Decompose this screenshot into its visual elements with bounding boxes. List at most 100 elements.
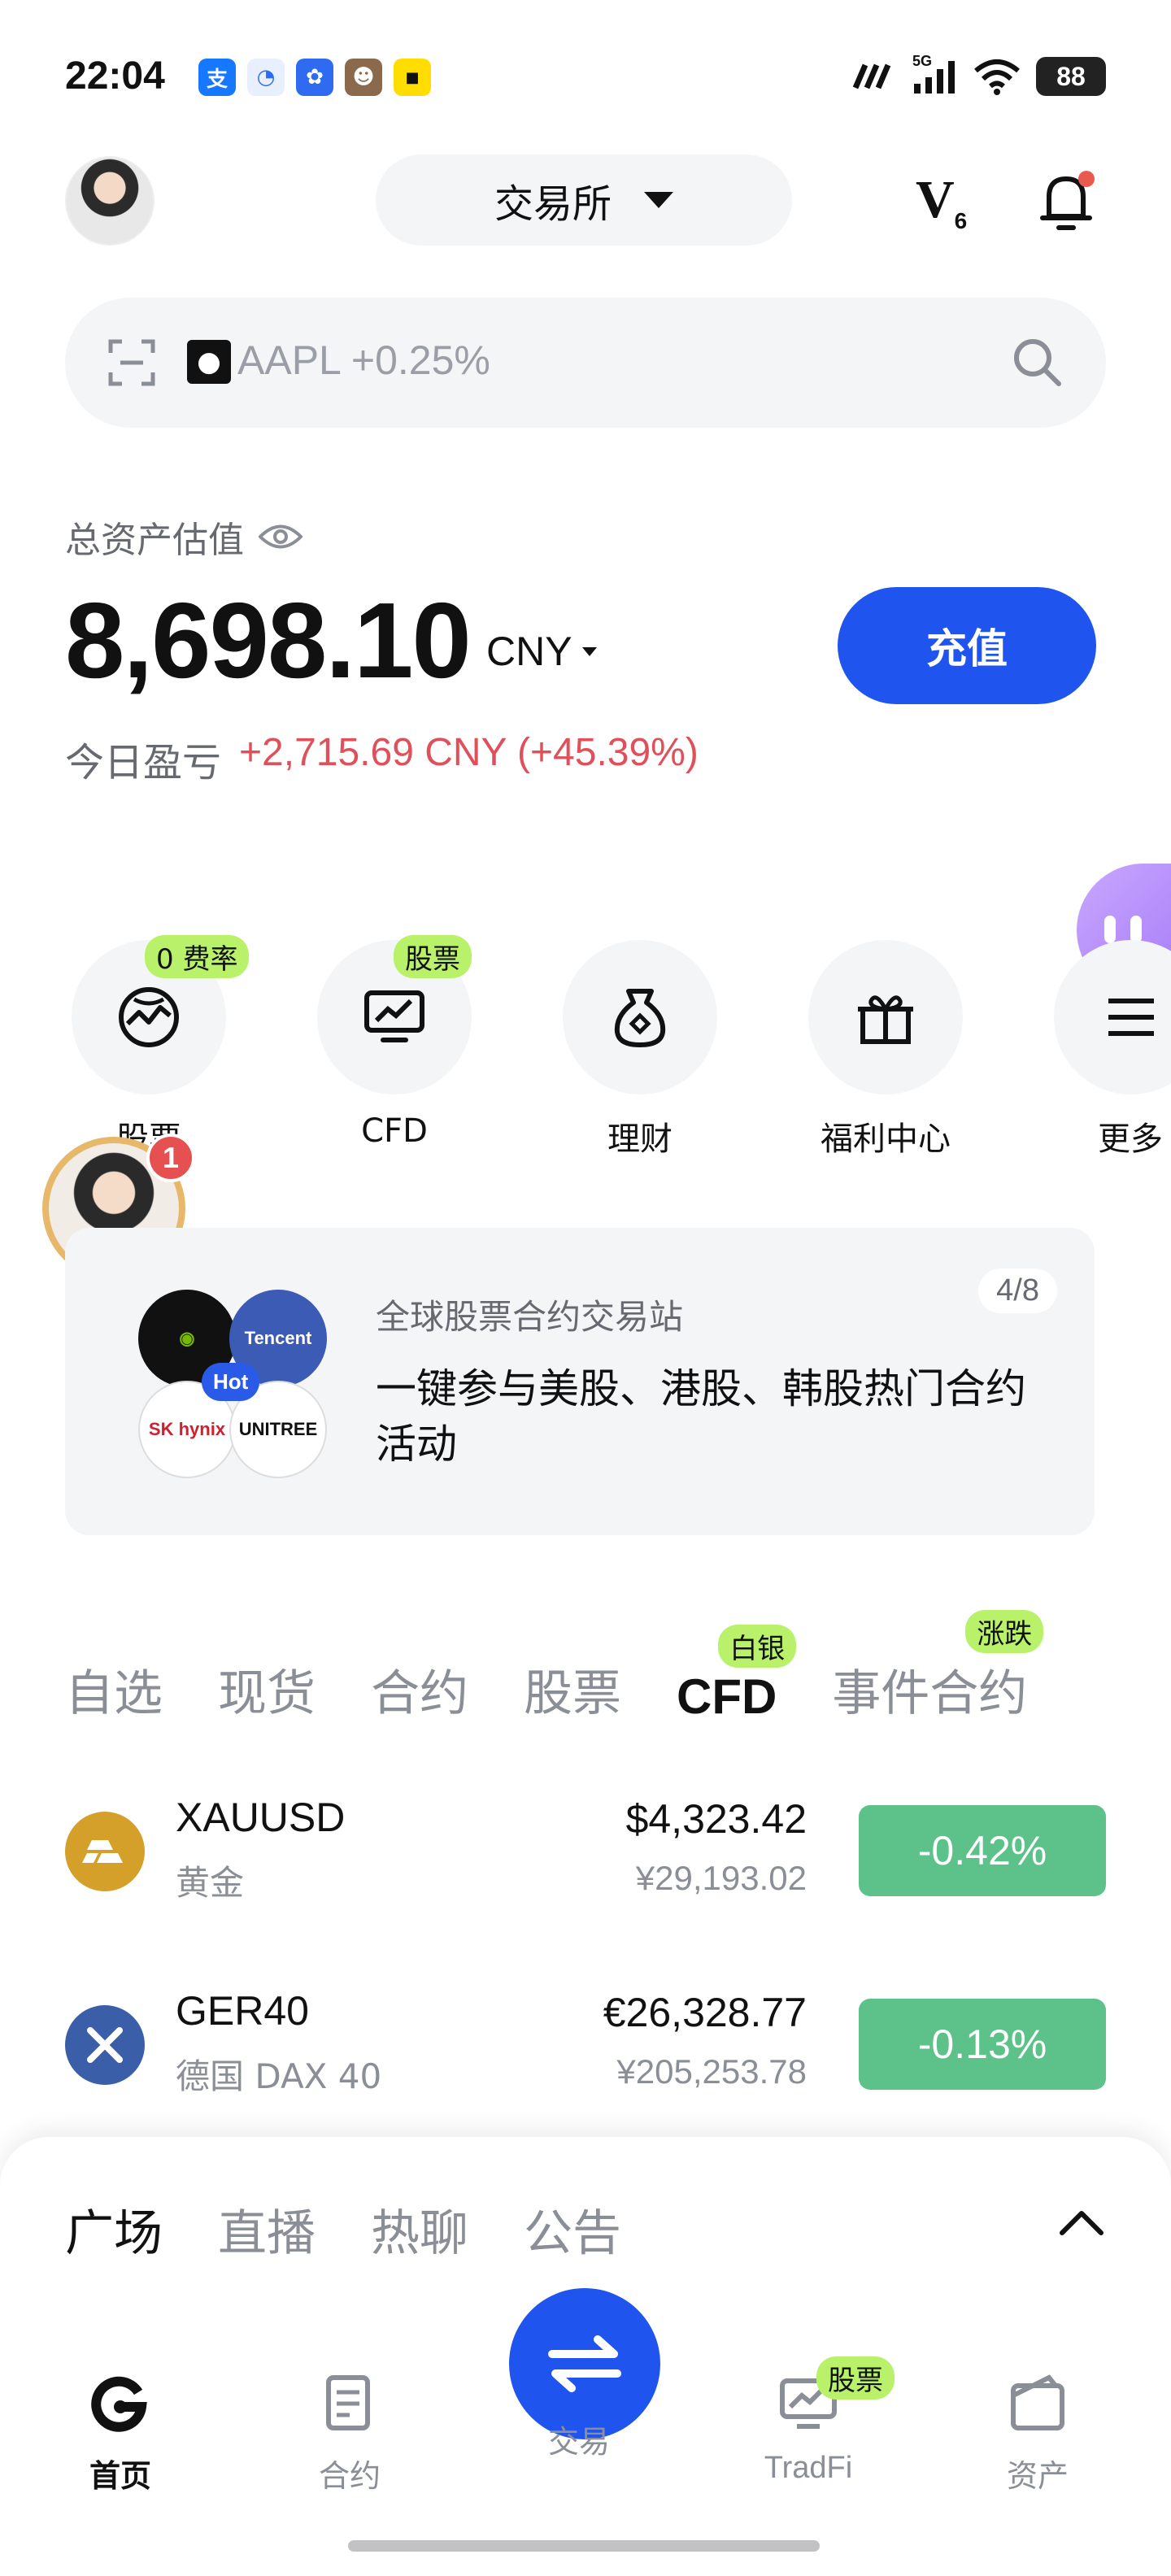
promo-banner[interactable]: ◉ Tencent SK hynix UNITREE Hot 全球股票合约交易站… [65, 1228, 1095, 1535]
promo-page-counter: 4/8 [978, 1268, 1057, 1313]
game-icon: ☻ [345, 59, 382, 96]
gift-icon [858, 995, 913, 1044]
tab-stocks[interactable]: 股票 [524, 1654, 621, 1725]
shortcut-label: 理财 [607, 1120, 673, 1158]
search-ticker-placeholder: AAPL +0.25% [237, 337, 490, 383]
market-row[interactable]: GER40 德国 DAX 40 €26,328.77 ¥205,253.78 -… [65, 1982, 1106, 2096]
tab-watchlist[interactable]: 自选 [65, 1654, 163, 1725]
sheet-tab-chat[interactable]: 热聊 [371, 2194, 468, 2265]
battery-indicator: 88 [1036, 57, 1106, 96]
nav-contract[interactable]: 合约 [268, 2371, 431, 2496]
nav-assets[interactable]: 资产 [956, 2371, 1119, 2496]
home-indicator [348, 2540, 820, 2552]
tab-event-contracts[interactable]: 事件合约 涨跌 [832, 1610, 1044, 1725]
tab-label: 合约 [371, 1665, 468, 1722]
row-name: 德国 DAX 40 [176, 2056, 382, 2096]
exchange-label: 交易所 [494, 181, 612, 227]
eye-icon[interactable] [259, 523, 303, 550]
sheet-tabs: 广场 直播 热聊 公告 [65, 2194, 621, 2265]
status-app-icons: 支 ◔ ✿ ☻ ■ [198, 59, 431, 96]
tab-spot[interactable]: 现货 [218, 1654, 316, 1725]
bubble-eye-icon [1104, 916, 1116, 943]
daily-pnl: 今日盈亏 +2,715.69 CNY (+45.39%) [65, 730, 699, 787]
deposit-button[interactable]: 充值 [838, 587, 1096, 704]
vip-badge[interactable]: V6 [916, 169, 967, 234]
shortcut-wealth[interactable]: 理财 [563, 940, 717, 1160]
sheet-tab-live[interactable]: 直播 [218, 2194, 316, 2265]
shortcut-label: 更多 [1098, 1120, 1163, 1158]
sheet-tab-square[interactable]: 广场 [65, 2194, 163, 2265]
scan-icon[interactable] [107, 338, 156, 387]
promo-title: 全球股票合约交易站 [376, 1297, 684, 1337]
shortcut-circle [1054, 940, 1171, 1094]
shortcut-cfd[interactable]: 股票 CFD [317, 935, 472, 1150]
status-time: 22:04 [65, 54, 165, 98]
nav-label: 交易 [547, 2426, 610, 2460]
document-icon [326, 2375, 370, 2430]
status-indicators: 5G 88 [852, 53, 1106, 96]
vip-letter: V [916, 170, 955, 229]
globe-chart-icon [119, 987, 179, 1047]
monitor-chart-icon [364, 990, 424, 1042]
apple-icon: ● [187, 340, 231, 384]
currency-label: CNY [486, 629, 572, 674]
caret-down-icon [581, 646, 597, 656]
row-symbol: XAUUSD [176, 1795, 346, 1840]
baidu-icon: ◔ [247, 59, 285, 96]
row-change-badge[interactable]: -0.13% [859, 1999, 1106, 2090]
tab-futures[interactable]: 合约 [371, 1654, 468, 1725]
shortcut-tag: 股票 [394, 935, 472, 978]
notification-bell-icon[interactable] [1038, 169, 1095, 234]
row-name: 黄金 [176, 1863, 245, 1903]
gold-bars-icon [65, 1812, 145, 1891]
shortcut-circle [808, 940, 963, 1094]
pnl-value: +2,715.69 CNY (+45.39%) [239, 731, 699, 774]
yellow-app-icon: ■ [394, 59, 431, 96]
nav-label: 资产 [1006, 2460, 1069, 2494]
row-change-badge[interactable]: -0.42% [859, 1805, 1106, 1896]
currency-selector[interactable]: CNY [486, 628, 597, 675]
hot-badge: Hot [202, 1363, 260, 1401]
market-row[interactable]: XAUUSD 黄金 $4,323.42 ¥29,193.02 -0.42% [65, 1789, 1106, 1903]
shortcut-label: 福利中心 [821, 1120, 951, 1158]
nav-trade-label[interactable]: 交易 [498, 2405, 660, 2461]
alipay-icon: 支 [198, 59, 236, 96]
tab-label: 事件合约 [832, 1665, 1028, 1722]
nfc-icon [852, 63, 891, 89]
tab-label: CFD [677, 1669, 777, 1724]
chevron-up-icon[interactable] [1057, 2207, 1106, 2239]
wallet-icon [1011, 2374, 1064, 2430]
shortcut-rewards[interactable]: 福利中心 [808, 940, 963, 1160]
row-price-cny: ¥205,253.78 [616, 2052, 807, 2091]
search-bar[interactable]: ● AAPL +0.25% [65, 298, 1106, 428]
shortcut-label: CFD [361, 1112, 428, 1150]
signal-icon: 5G [912, 53, 958, 95]
live-notification-badge: 1 [146, 1134, 195, 1182]
row-symbol: GER40 [176, 1988, 309, 2034]
search-icon[interactable] [1010, 335, 1064, 389]
nav-tradfi-tag: 股票 [816, 2356, 895, 2400]
shortcut-circle [563, 940, 717, 1094]
tab-cfd[interactable]: CFD 白银 [677, 1625, 797, 1725]
pnl-label: 今日盈亏 [65, 740, 222, 785]
shortcut-stocks[interactable]: 0 费率 股票 [72, 935, 250, 1160]
shortcut-more[interactable]: 更多 [1054, 940, 1171, 1160]
dax-cross-icon [65, 2005, 145, 2085]
nav-home[interactable]: 首页 [39, 2371, 202, 2496]
sheet-tab-announcements[interactable]: 公告 [524, 2194, 621, 2265]
nav-label: 合约 [318, 2460, 381, 2494]
tab-label: 现货 [218, 1665, 316, 1722]
home-icon [91, 2376, 147, 2432]
row-price-cny: ¥29,193.02 [635, 1859, 807, 1897]
exchange-switcher[interactable]: 交易所 [376, 154, 792, 246]
stock-logo-cluster: ◉ Tencent SK hynix UNITREE Hot [138, 1290, 333, 1485]
total-assets-value: 8,698.10 [65, 581, 472, 700]
user-avatar[interactable] [65, 156, 155, 246]
swap-arrows-icon [548, 2335, 621, 2392]
tab-tag: 涨跌 [965, 1610, 1044, 1653]
total-assets-text: 总资产估值 [65, 520, 244, 561]
app-icon: ✿ [296, 59, 333, 96]
tab-label: 自选 [65, 1665, 163, 1722]
tab-label: 股票 [524, 1665, 621, 1722]
bubble-eye-icon [1130, 916, 1142, 943]
